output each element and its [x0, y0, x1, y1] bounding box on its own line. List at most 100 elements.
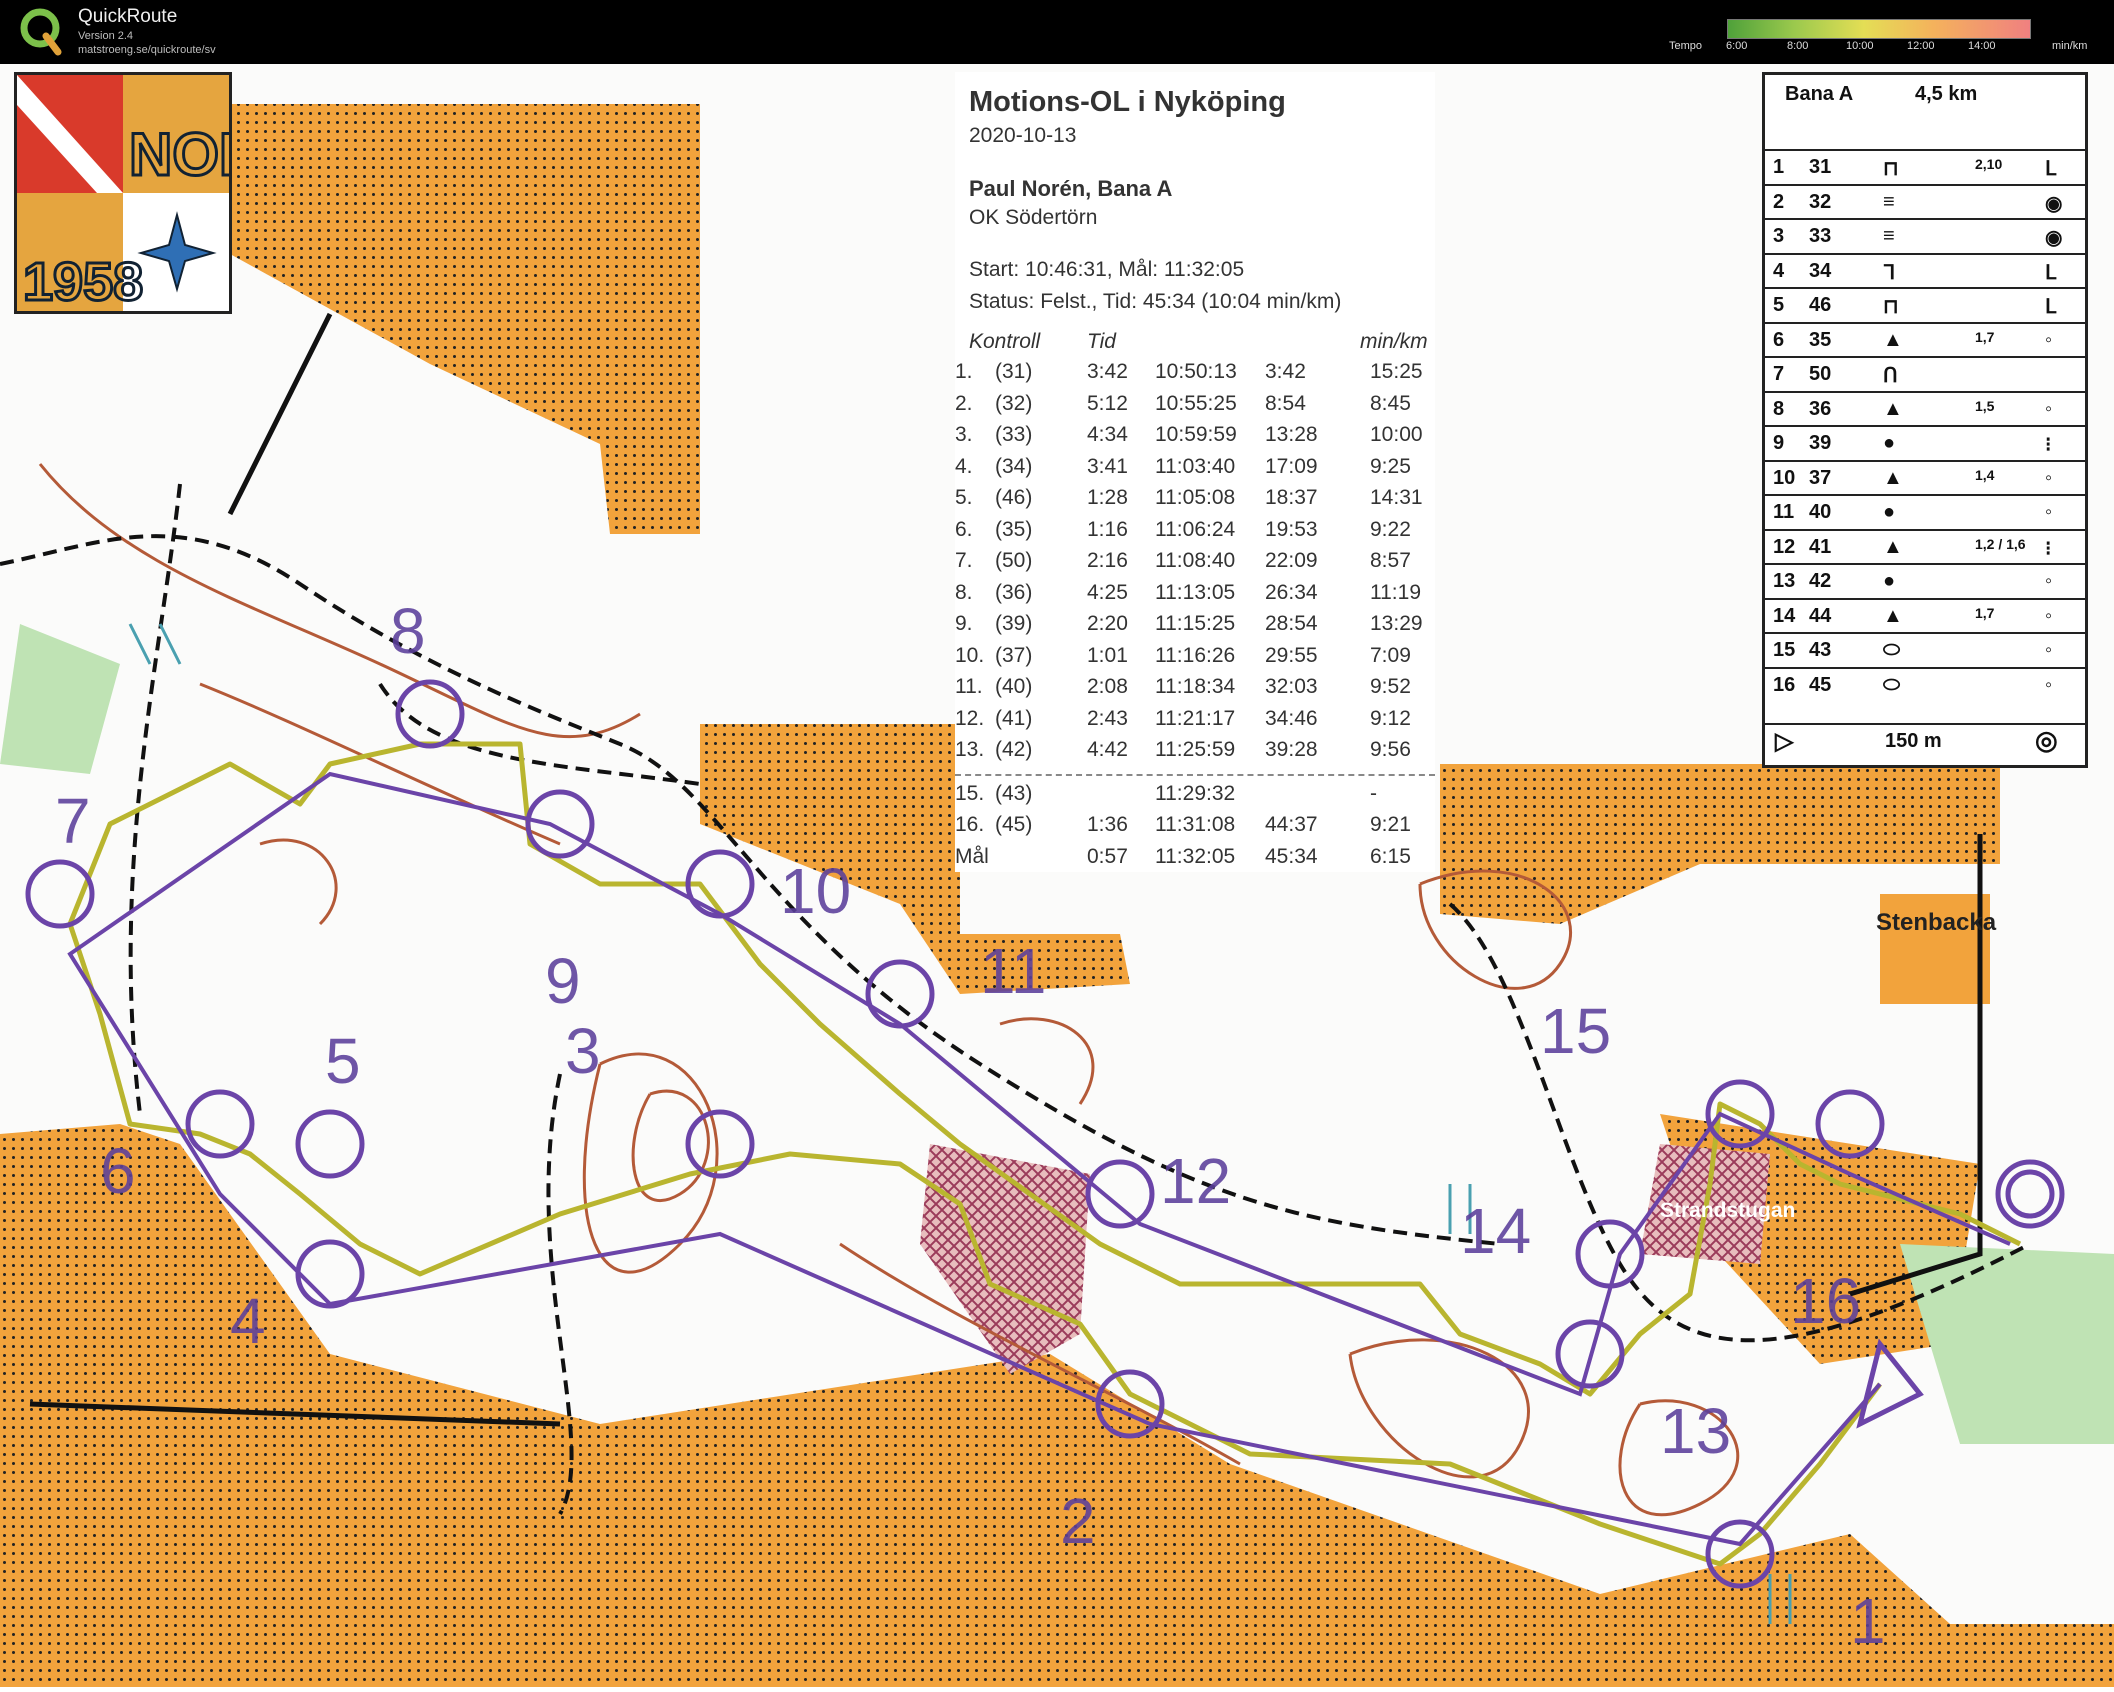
split-cell: (40) [995, 675, 1033, 698]
split-cell: 9:56 [1370, 738, 1411, 761]
description-cell: 35 [1809, 328, 1832, 351]
split-row: 3. (33) 4:34 10:59:59 13:28 10:00 [955, 423, 1435, 453]
description-cell: 1,2 / 1,6 [1975, 535, 2026, 552]
split-cell: (37) [995, 643, 1033, 667]
tempo-tick: 8:00 [1787, 40, 1809, 52]
split-cell: 29:55 [1265, 643, 1318, 667]
description-cell: 13 [1773, 570, 1796, 592]
app-url[interactable]: matstroeng.se/quickroute/sv [78, 44, 216, 56]
split-cell: 8. [955, 580, 973, 604]
description-cell: 1,5 [1975, 397, 1995, 414]
control-number-8: 8 [390, 595, 426, 667]
quickroute-logo [20, 8, 62, 56]
app-version: Version 2.4 [78, 30, 134, 42]
course-length: 4,5 km [1915, 83, 1978, 105]
control-number-11: 11 [980, 935, 1047, 1007]
split-cell: 8:57 [1370, 549, 1411, 572]
description-cell: 6 [1773, 328, 1785, 351]
description-row: 4 34 ᒣ ᒪ [1765, 252, 2085, 288]
split-cell: Mål [955, 844, 989, 868]
split-cell: 11:16:26 [1155, 643, 1236, 667]
split-cell: 7:09 [1370, 643, 1411, 667]
split-row: 10. (37) 1:01 11:16:26 29:55 7:09 [955, 644, 1435, 674]
split-cell: 11:19 [1370, 580, 1421, 604]
control-number-15: 15 [1540, 995, 1612, 1067]
green-east [1900, 1244, 2114, 1444]
location-symbol-icon: ◦ [2045, 570, 2053, 592]
split-cell: 2:20 [1087, 612, 1128, 635]
split-cell: 6:15 [1370, 844, 1411, 868]
description-cell: 5 [1773, 294, 1785, 316]
runner-name: Paul Norén, Bana A [969, 176, 1173, 201]
description-cell: 7 [1773, 363, 1785, 385]
split-cell: 8:54 [1265, 391, 1306, 415]
control-number-7: 7 [55, 785, 91, 857]
split-row: 1. (31) 3:42 10:50:13 3:42 15:25 [955, 360, 1435, 390]
feature-symbol-icon: ⊓ [1883, 296, 1899, 318]
split-cell: 34:46 [1265, 706, 1318, 730]
description-row: 14 44 1,7 ▲ ◦ [1765, 597, 2085, 633]
control-number-12: 12 [1160, 1145, 1232, 1217]
finish-circle-icon: ◎ [2035, 725, 2058, 755]
split-cell: (31) [995, 360, 1033, 383]
header-min-per-km: min/km [1360, 330, 1428, 353]
description-cell: 1,4 [1975, 466, 1995, 483]
split-cell: 11. [955, 675, 983, 698]
split-cell: 3:42 [1265, 360, 1306, 383]
split-cell: 11:25:59 [1155, 738, 1236, 761]
split-cell: (35) [995, 517, 1033, 541]
control-number-6: 6 [100, 1135, 136, 1207]
split-cell: 11:08:40 [1155, 549, 1236, 572]
description-cell: 31 [1809, 156, 1832, 178]
location-symbol-icon: ◉ [2045, 227, 2063, 249]
description-cell: 39 [1809, 432, 1832, 454]
finish-distance: 150 m [1885, 730, 1942, 752]
split-cell: 22:09 [1265, 549, 1318, 572]
split-cell: (34) [995, 454, 1033, 478]
split-row: 13. (42) 4:42 11:25:59 39:28 9:56 [955, 738, 1435, 768]
result-status: Status: Felst., Tid: 45:34 (10:04 min/km… [969, 290, 1342, 313]
split-cell: 44:37 [1265, 813, 1318, 836]
description-cell: 45 [1809, 673, 1832, 696]
split-cell: (39) [995, 612, 1033, 635]
tempo-label: Tempo [1669, 40, 1703, 52]
description-row: 1 31 2,10 ⊓ ᒪ [1765, 149, 2085, 184]
header-kontroll: Kontroll [969, 330, 1041, 353]
split-cell: 6. [955, 517, 973, 541]
feature-symbol-icon: ≡ [1883, 225, 1895, 247]
split-row: 16. (45) 1:36 11:31:08 44:37 9:21 [955, 813, 1435, 843]
place-stenbacka: Stenbacka [1876, 909, 1997, 936]
description-row: 7 50 ᑎ [1765, 356, 2085, 391]
description-cell: 36 [1809, 397, 1832, 420]
split-cell: 11:03:40 [1155, 454, 1236, 478]
description-cell: 12 [1773, 535, 1796, 558]
feature-symbol-icon: ▲ [1883, 466, 1903, 489]
header-tid: Tid [1087, 330, 1116, 353]
feature-symbol-icon: ▲ [1883, 328, 1903, 351]
feature-symbol-icon: ● [1883, 570, 1896, 592]
split-cell: 11:05:08 [1155, 486, 1236, 509]
tempo-unit: min/km [2052, 40, 2088, 52]
location-symbol-icon: ◉ [2045, 192, 2063, 215]
split-cell: 39:28 [1265, 738, 1318, 761]
description-cell: 42 [1809, 570, 1832, 592]
split-cell: 9:12 [1370, 706, 1411, 730]
description-cell: 43 [1809, 639, 1832, 661]
location-symbol-icon: ◦ [2045, 604, 2053, 627]
split-row: 12. (41) 2:43 11:21:17 34:46 9:12 [955, 707, 1435, 737]
description-cell: 9 [1773, 432, 1785, 454]
split-cell: 4. [955, 454, 973, 478]
split-cell: 26:34 [1265, 580, 1318, 604]
place-strandstugan: Strandstugan [1660, 1199, 1796, 1222]
split-cell: 3:42 [1087, 360, 1128, 383]
split-cell: 45:34 [1265, 844, 1318, 868]
split-row: 5. (46) 1:28 11:05:08 18:37 14:31 [955, 486, 1435, 516]
description-cell: 15 [1773, 639, 1796, 661]
split-cell: 13:28 [1265, 423, 1318, 446]
split-row: 15. (43) 11:29:32 - [955, 782, 1435, 812]
control-number-2: 2 [1060, 1485, 1096, 1557]
split-cell: 16. [955, 813, 985, 836]
split-cell: 4:25 [1087, 580, 1128, 604]
feature-symbol-icon: ᑎ [1883, 365, 1898, 387]
split-cell: 2. [955, 391, 973, 415]
